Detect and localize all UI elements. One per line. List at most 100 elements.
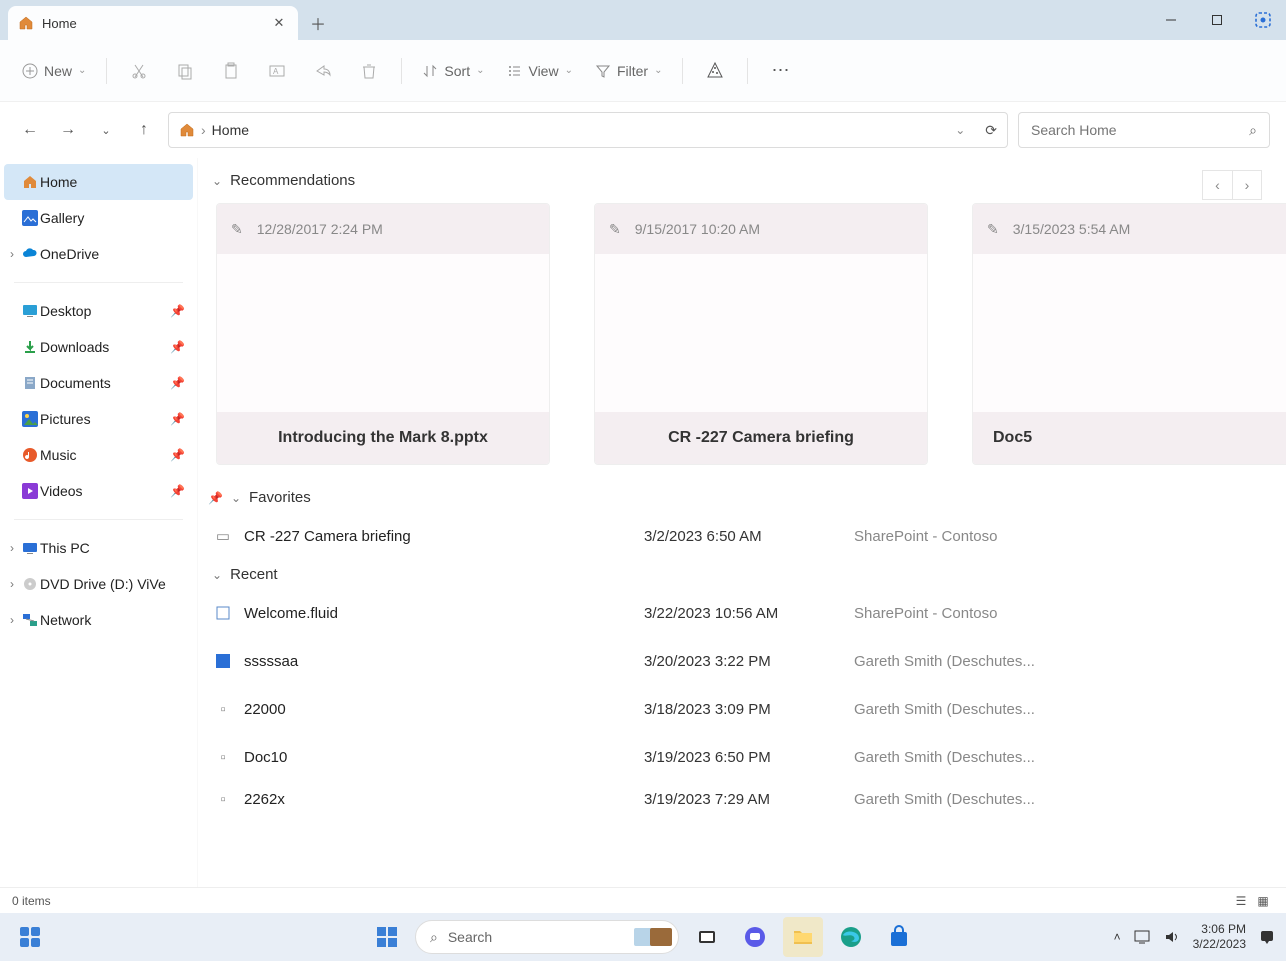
list-item[interactable]: sssssaa 3/20/2023 3:22 PM Gareth Smith (… xyxy=(202,637,1286,685)
section-favorites[interactable]: 📌 ⌄ Favorites xyxy=(202,483,1286,512)
list-item[interactable]: ▭ CR -227 Camera briefing 3/2/2023 6:50 … xyxy=(202,512,1286,560)
taskbar-search[interactable]: ⌕ Search xyxy=(415,920,679,954)
status-bar: 0 items ☰ ▦ xyxy=(0,887,1286,913)
copy-icon xyxy=(176,62,194,80)
pencil-icon: ✎ xyxy=(609,221,621,238)
tray-monitor-icon[interactable] xyxy=(1133,928,1151,946)
more-button[interactable]: ⋯ xyxy=(760,53,800,89)
section-recommendations[interactable]: ⌄ Recommendations xyxy=(202,166,1286,195)
sidebar-item-downloads[interactable]: Downloads 📌 xyxy=(0,329,197,365)
refresh-button[interactable]: ⟳ xyxy=(985,122,997,139)
scroll-right-button[interactable]: › xyxy=(1232,170,1262,200)
minimize-button[interactable] xyxy=(1148,0,1194,40)
notifications-button[interactable] xyxy=(1258,928,1276,946)
tray-expand-button[interactable]: ˄ xyxy=(1114,930,1121,944)
cut-button[interactable] xyxy=(119,53,159,89)
sidebar-item-gallery[interactable]: Gallery xyxy=(0,200,197,236)
chat-button[interactable] xyxy=(735,917,775,957)
file-location: Gareth Smith (Deschutes... xyxy=(854,701,1035,718)
new-button[interactable]: New ⌄ xyxy=(14,57,94,85)
widgets-button[interactable] xyxy=(10,917,50,957)
filter-button[interactable]: Filter ⌄ xyxy=(587,57,671,85)
pin-icon: 📌 xyxy=(208,491,223,505)
section-recent[interactable]: ⌄ Recent xyxy=(202,560,1286,589)
taskview-icon xyxy=(696,926,718,948)
back-button[interactable]: ← xyxy=(16,116,44,144)
list-item[interactable]: ▫ 2262x 3/19/2023 7:29 AM Gareth Smith (… xyxy=(202,781,1286,817)
chevron-down-icon: ⌄ xyxy=(565,65,573,76)
section-title: Recommendations xyxy=(230,172,355,189)
list-item[interactable]: ▫ 22000 3/18/2023 3:09 PM Gareth Smith (… xyxy=(202,685,1286,733)
recommendation-title: CR -227 Camera briefing xyxy=(668,429,854,447)
pizza-button[interactable] xyxy=(695,53,735,89)
sidebar-item-videos[interactable]: Videos 📌 xyxy=(0,473,197,509)
list-item[interactable]: ▫ Doc10 3/19/2023 6:50 PM Gareth Smith (… xyxy=(202,733,1286,781)
share-button[interactable] xyxy=(303,53,343,89)
computer-icon xyxy=(22,540,38,556)
sidebar-item-thispc[interactable]: › This PC xyxy=(0,530,197,566)
tray-volume-icon[interactable] xyxy=(1163,928,1181,946)
breadcrumb-separator: › xyxy=(201,122,206,138)
rename-button[interactable]: A xyxy=(257,53,297,89)
tab-home[interactable]: Home ✕ xyxy=(8,6,298,40)
sidebar-item-documents[interactable]: Documents 📌 xyxy=(0,365,197,401)
address-row: ← → ⌄ ↑ › Home ⌄ ⟳ ⌕ xyxy=(0,102,1286,158)
tab-title: Home xyxy=(42,16,77,31)
recommendation-card[interactable]: ✎3/15/2023 5:54 AM Doc5 xyxy=(972,203,1286,465)
start-button[interactable] xyxy=(367,917,407,957)
search-input[interactable] xyxy=(1031,122,1241,138)
chat-icon xyxy=(743,925,767,949)
taskbar-clock[interactable]: 3:06 PM 3/22/2023 xyxy=(1193,922,1246,952)
close-button[interactable] xyxy=(1240,0,1286,40)
recommendation-date: 3/15/2023 5:54 AM xyxy=(1013,221,1131,237)
address-bar[interactable]: › Home ⌄ ⟳ xyxy=(168,112,1008,148)
edge-button[interactable] xyxy=(831,917,871,957)
tab-close-button[interactable]: ✕ xyxy=(270,14,288,32)
svg-text:A: A xyxy=(273,67,279,76)
edge-icon xyxy=(839,925,863,949)
sidebar-item-label: Music xyxy=(40,447,77,463)
details-view-button[interactable]: ☰ xyxy=(1230,891,1252,911)
store-button[interactable] xyxy=(879,917,919,957)
sidebar-item-desktop[interactable]: Desktop 📌 xyxy=(0,293,197,329)
maximize-button[interactable] xyxy=(1194,0,1240,40)
view-button[interactable]: View ⌄ xyxy=(498,57,580,85)
divider xyxy=(401,58,402,84)
pictures-icon xyxy=(22,411,38,427)
divider xyxy=(106,58,107,84)
sidebar-item-home[interactable]: Home xyxy=(4,164,193,200)
task-view-button[interactable] xyxy=(687,917,727,957)
chevron-right-icon: › xyxy=(10,613,14,627)
delete-button[interactable] xyxy=(349,53,389,89)
paste-button[interactable] xyxy=(211,53,251,89)
sidebar-item-music[interactable]: Music 📌 xyxy=(0,437,197,473)
file-explorer-button[interactable] xyxy=(783,917,823,957)
forward-button[interactable]: → xyxy=(54,116,82,144)
up-button[interactable]: ↑ xyxy=(130,116,158,144)
grid-view-button[interactable]: ▦ xyxy=(1252,891,1274,911)
trash-icon xyxy=(360,62,378,80)
copy-button[interactable] xyxy=(165,53,205,89)
sort-button[interactable]: Sort ⌄ xyxy=(414,57,492,85)
chevron-down-icon[interactable]: ⌄ xyxy=(955,123,965,137)
sidebar-item-label: Home xyxy=(40,174,77,190)
recommendation-card[interactable]: ✎12/28/2017 2:24 PM Introducing the Mark… xyxy=(216,203,550,465)
sidebar-item-network[interactable]: › Network xyxy=(0,602,197,638)
list-item[interactable]: Welcome.fluid 3/22/2023 10:56 AM SharePo… xyxy=(202,589,1286,637)
file-date: 3/19/2023 7:29 AM xyxy=(644,791,854,808)
sidebar-item-pictures[interactable]: Pictures 📌 xyxy=(0,401,197,437)
new-tab-button[interactable]: ＋ xyxy=(298,6,338,40)
sidebar-item-label: Documents xyxy=(40,375,111,391)
sidebar-item-dvd[interactable]: › DVD Drive (D:) ViVe xyxy=(0,566,197,602)
search-box[interactable]: ⌕ xyxy=(1018,112,1270,148)
scroll-left-button[interactable]: ‹ xyxy=(1202,170,1232,200)
search-icon: ⌕ xyxy=(430,929,438,946)
sidebar-item-label: Network xyxy=(40,612,91,628)
disc-icon xyxy=(22,576,38,592)
recent-locations-button[interactable]: ⌄ xyxy=(92,116,120,144)
chevron-down-icon: ⌄ xyxy=(212,174,222,188)
filter-label: Filter xyxy=(617,63,648,79)
divider xyxy=(682,58,683,84)
recommendation-card[interactable]: ✎9/15/2017 10:20 AM CR -227 Camera brief… xyxy=(594,203,928,465)
sidebar-item-onedrive[interactable]: › OneDrive xyxy=(0,236,197,272)
